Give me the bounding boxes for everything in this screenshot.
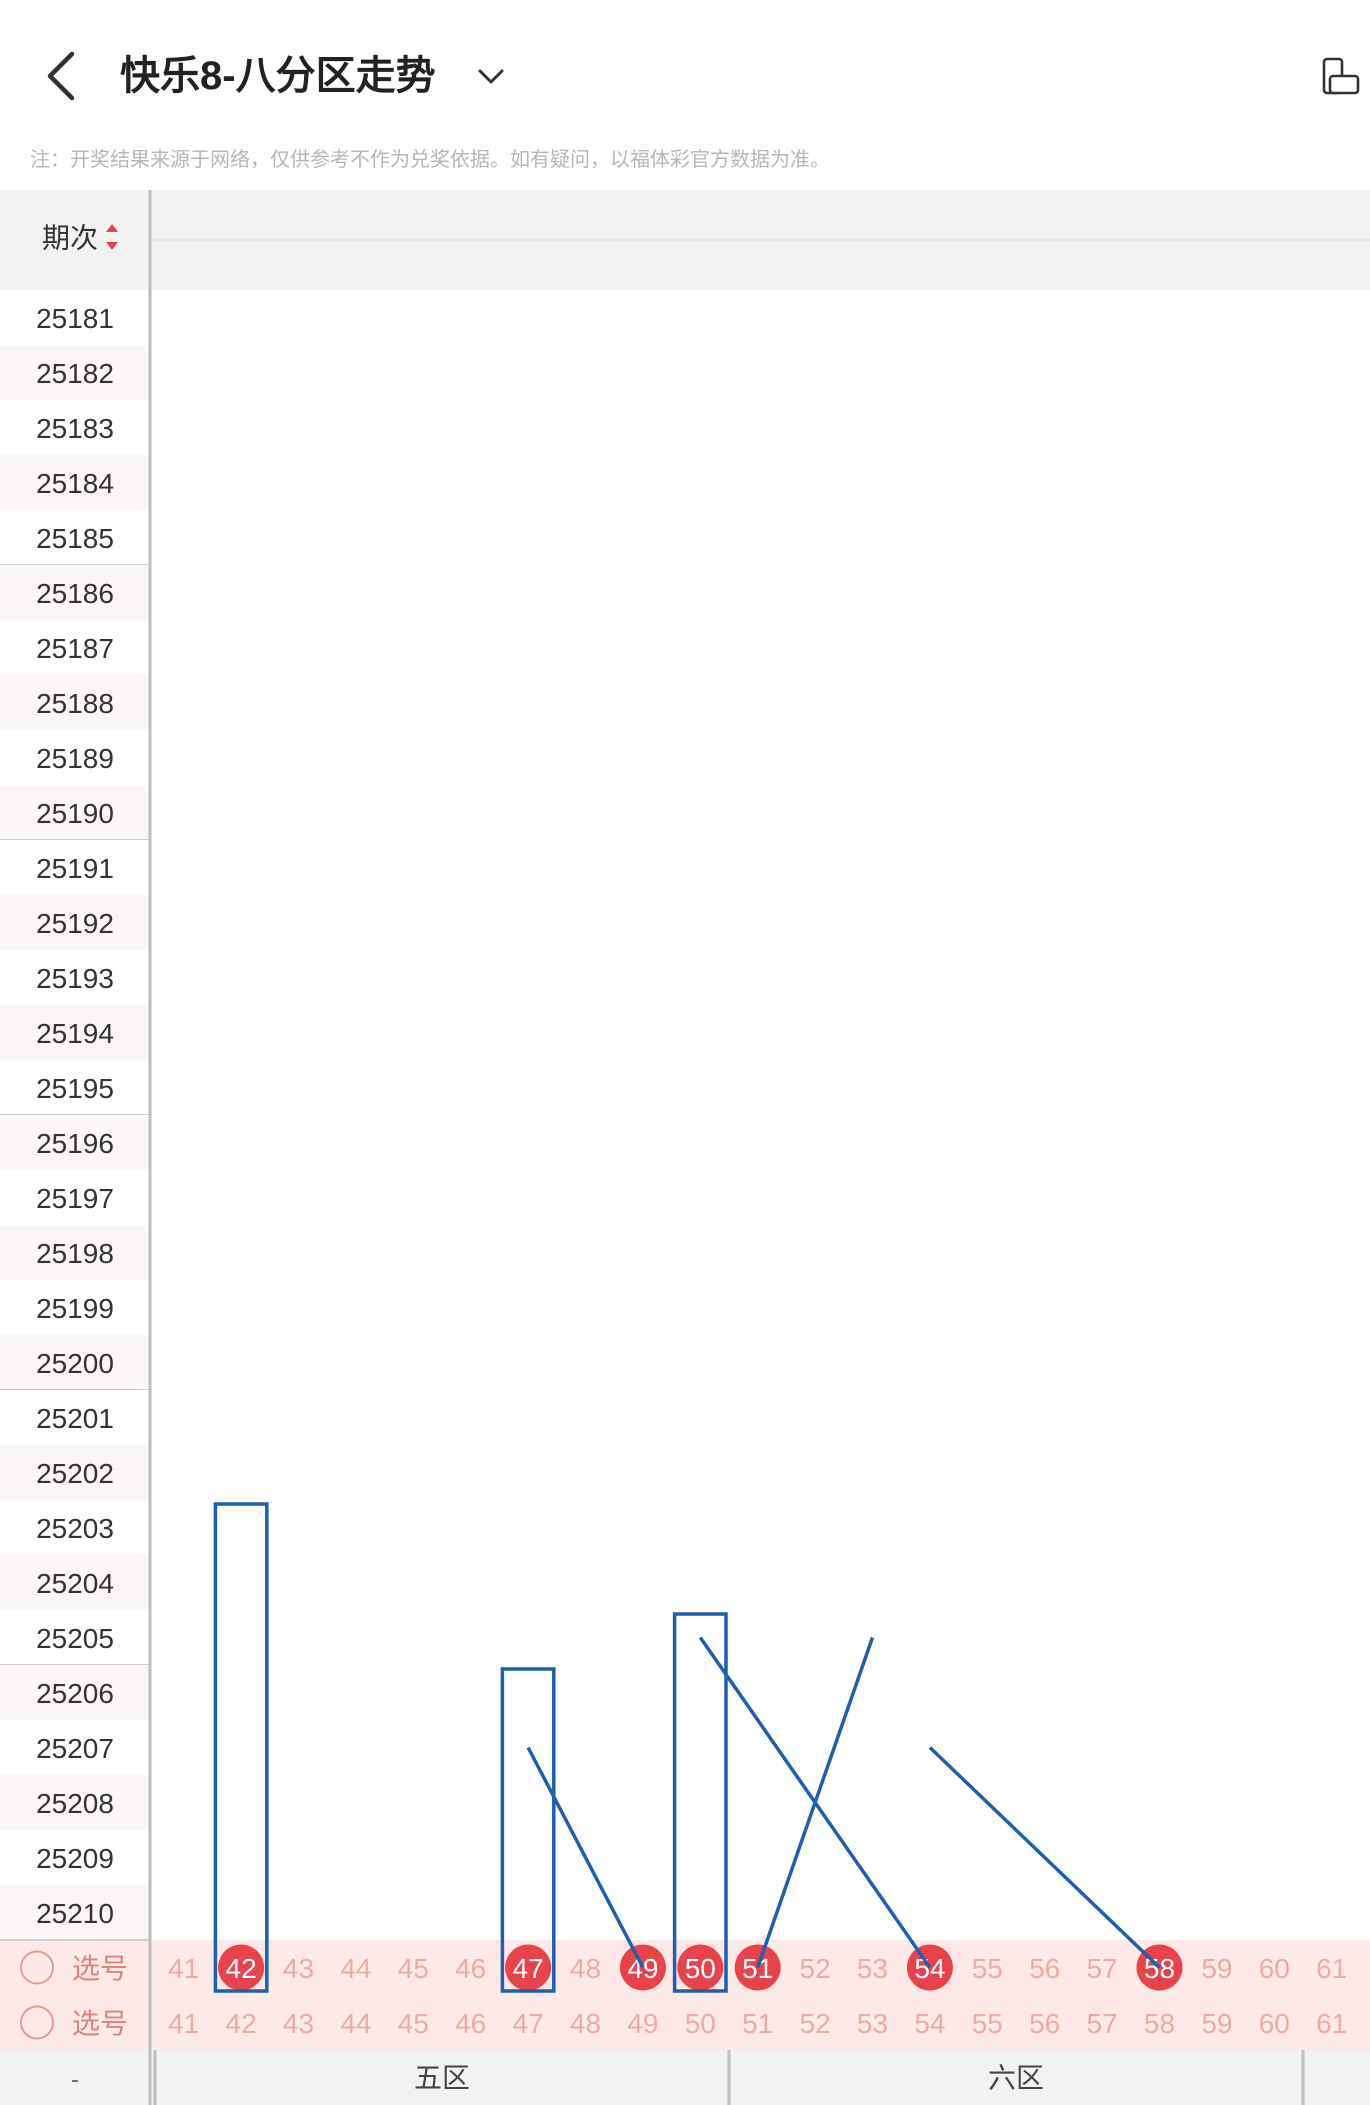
select-number[interactable]: 55: [972, 2008, 1003, 2039]
select-number[interactable]: 53: [857, 2008, 888, 2039]
select-number[interactable]: 44: [340, 2008, 371, 2039]
period-cell: 25202: [36, 1458, 114, 1489]
select-number[interactable]: 57: [1087, 2008, 1118, 2039]
period-cell: 25183: [36, 413, 114, 444]
period-cell: 25188: [36, 688, 114, 719]
select-number[interactable]: 53: [857, 1953, 888, 1984]
period-cell: 25210: [36, 1898, 114, 1929]
trend-grid: 五区六区404142434445464748495051525354555657…: [0, 190, 1370, 2105]
period-cell: 25190: [36, 798, 114, 829]
select-number[interactable]: 50: [685, 2008, 716, 2039]
period-cell: 25199: [36, 1293, 114, 1324]
select-number[interactable]: 45: [398, 1953, 429, 1984]
select-number[interactable]: 61: [1316, 1953, 1347, 1984]
page-title: 快乐8-八分区走势: [120, 54, 436, 98]
select-number[interactable]: 60: [1259, 2008, 1290, 2039]
period-cell: 25205: [36, 1623, 114, 1654]
period-cell: 25191: [36, 853, 114, 884]
select-number[interactable]: 59: [1201, 2008, 1232, 2039]
selected-number: 50: [685, 1953, 716, 1984]
select-number[interactable]: 42: [226, 2008, 257, 2039]
select-number[interactable]: 41: [168, 1953, 199, 1984]
select-number[interactable]: 60: [1259, 1953, 1290, 1984]
select-number[interactable]: 48: [570, 2008, 601, 2039]
body-background: [0, 290, 1370, 1940]
period-cell: 25196: [36, 1128, 114, 1159]
select-number[interactable]: 56: [1029, 2008, 1060, 2039]
period-cell: 25198: [36, 1238, 114, 1269]
top-bar: 快乐8-八分区走势: [0, 0, 1370, 140]
period-cell: 25206: [36, 1678, 114, 1709]
period-cell: 25182: [36, 358, 114, 389]
period-cell: 25193: [36, 963, 114, 994]
select-number[interactable]: 43: [283, 1953, 314, 1984]
chevron-down-icon[interactable]: [474, 60, 508, 94]
period-cell: 25201: [36, 1403, 114, 1434]
period-cell: 25187: [36, 633, 114, 664]
period-cell: 25181: [36, 303, 114, 334]
select-number[interactable]: 49: [627, 2008, 658, 2039]
selected-number: 47: [513, 1953, 544, 1984]
footer-background: [0, 2050, 1370, 2105]
select-number[interactable]: 48: [570, 1953, 601, 1984]
period-cell: 25204: [36, 1568, 114, 1599]
period-cell: 25192: [36, 908, 114, 939]
select-number[interactable]: 45: [398, 2008, 429, 2039]
selected-number: 54: [914, 1953, 945, 1984]
select-number[interactable]: 56: [1029, 1953, 1060, 1984]
select-row: 选号40414243444546474849505152535455565758…: [0, 1995, 1370, 2050]
bottom-zone-label-1: 五区: [414, 2063, 470, 2094]
selected-number: 49: [627, 1953, 658, 1984]
period-cell: 25185: [36, 523, 114, 554]
period-cell: 25194: [36, 1018, 114, 1049]
period-cell: 25195: [36, 1073, 114, 1104]
select-number[interactable]: 55: [972, 1953, 1003, 1984]
trend-table: 五区六区404142434445464748495051525354555657…: [0, 190, 1370, 2105]
period-cell: 25197: [36, 1183, 114, 1214]
selected-number: 51: [742, 1953, 773, 1984]
bottom-zone-label-2: 六区: [988, 2063, 1044, 2094]
select-number[interactable]: 51: [742, 2008, 773, 2039]
select-number[interactable]: 43: [283, 2008, 314, 2039]
period-cell: 25186: [36, 578, 114, 609]
select-number[interactable]: 44: [340, 1953, 371, 1984]
period-cell: 25203: [36, 1513, 114, 1544]
period-footer-dash: -: [71, 2067, 79, 2094]
select-number[interactable]: 52: [800, 1953, 831, 1984]
period-cell: 25208: [36, 1788, 114, 1819]
select-label: 选号: [72, 1953, 128, 1984]
screen-rotate-icon[interactable]: [1318, 56, 1362, 100]
period-cell: 25184: [36, 468, 114, 499]
select-number[interactable]: 52: [800, 2008, 831, 2039]
select-number[interactable]: 57: [1087, 1953, 1118, 1984]
back-chevron-left-icon[interactable]: [40, 48, 90, 104]
period-header: 期次: [42, 223, 98, 254]
select-label: 选号: [72, 2008, 128, 2039]
select-number[interactable]: 61: [1316, 2008, 1347, 2039]
select-number[interactable]: 41: [168, 2008, 199, 2039]
period-cell: 25207: [36, 1733, 114, 1764]
select-number[interactable]: 46: [455, 2008, 486, 2039]
selected-number: 42: [226, 1953, 257, 1984]
select-number[interactable]: 54: [914, 2008, 945, 2039]
period-cell: 25200: [36, 1348, 114, 1379]
select-number[interactable]: 59: [1201, 1953, 1232, 1984]
select-number[interactable]: 58: [1144, 2008, 1175, 2039]
disclaimer-note: 注：开奖结果来源于网络，仅供参考不作为兑奖依据。如有疑问，以福体彩官方数据为准。: [30, 149, 830, 171]
period-cell: 25209: [36, 1843, 114, 1874]
select-number[interactable]: 47: [513, 2008, 544, 2039]
select-number[interactable]: 46: [455, 1953, 486, 1984]
select-row: 选号40414243444546474849505152535455565758…: [0, 1940, 1370, 1995]
period-cell: 25189: [36, 743, 114, 774]
